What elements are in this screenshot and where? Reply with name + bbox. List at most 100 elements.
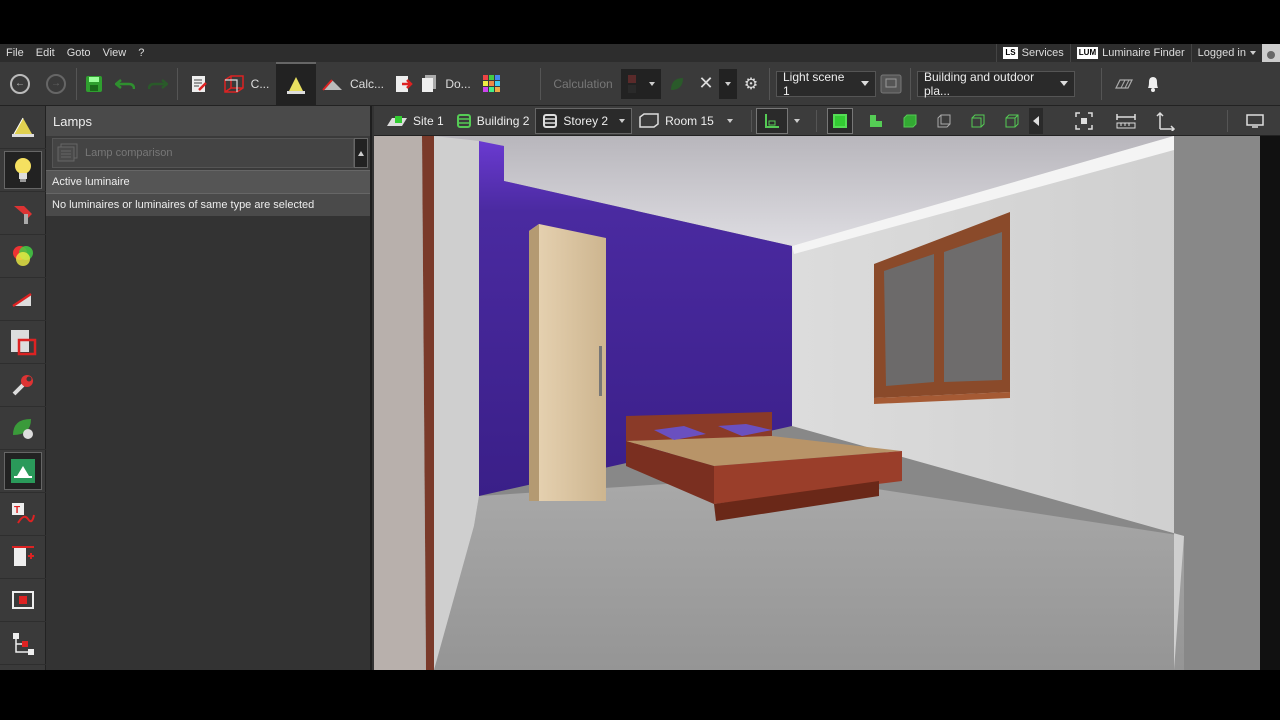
left-view-icon <box>1005 114 1019 127</box>
settings-button[interactable]: ⚙ <box>737 62 765 106</box>
leaf-icon <box>13 419 33 439</box>
sidebar-item-doors[interactable] <box>0 536 46 579</box>
fit-view-button[interactable] <box>1071 108 1097 134</box>
avatar-icon[interactable] <box>1262 44 1280 62</box>
calculation-surface-icon <box>322 78 342 91</box>
site-label: Site 1 <box>413 113 444 128</box>
documents-icon <box>422 74 437 92</box>
calculation-dropdown[interactable] <box>643 68 661 99</box>
view-back-button[interactable] <box>965 108 991 134</box>
cancel-dropdown[interactable] <box>719 68 737 99</box>
collapse-button[interactable] <box>354 138 368 168</box>
services-button[interactable]: LS Services <box>996 44 1069 62</box>
view-right-button[interactable] <box>931 108 957 134</box>
scene-settings-button[interactable] <box>876 62 906 106</box>
tools-icon <box>14 206 32 224</box>
menu-goto[interactable]: Goto <box>61 44 97 62</box>
dimension-button[interactable] <box>1153 108 1179 134</box>
breadcrumb-building[interactable]: Building 2 <box>450 108 536 134</box>
tree-icon <box>13 633 34 655</box>
menu-help[interactable]: ? <box>132 44 150 62</box>
sidebar-item-colors[interactable] <box>0 235 46 278</box>
construction-button[interactable]: C... <box>216 62 276 106</box>
wrench-icon <box>12 375 33 396</box>
sidebar-item-energy[interactable] <box>0 407 46 450</box>
login-label: Logged in <box>1197 47 1246 59</box>
lamp-comparison-button[interactable]: Lamp comparison <box>52 138 354 168</box>
comparison-table-icon <box>57 143 78 162</box>
sidebar-item-calculation-surfaces[interactable] <box>0 278 46 321</box>
calculation-tab-label: Calc... <box>349 76 384 91</box>
redo-icon <box>148 78 168 89</box>
sidebar-item-frame[interactable] <box>0 579 46 622</box>
calculation-tab-button[interactable]: Calc... <box>316 62 390 106</box>
menu-file[interactable]: File <box>0 44 30 62</box>
sidebar-item-maintenance[interactable] <box>0 364 46 407</box>
breadcrumb-site[interactable]: Site 1 <box>380 108 450 134</box>
scene-monitor-icon <box>880 74 902 93</box>
construction-label: C... <box>250 76 270 91</box>
luminaire-finder-button[interactable]: LUM Luminaire Finder <box>1069 44 1191 62</box>
light-scene-select[interactable]: Light scene 1 <box>776 70 876 98</box>
view-3d-solid-button[interactable] <box>826 107 853 134</box>
menu-view[interactable]: View <box>97 44 133 62</box>
project-button[interactable] <box>182 62 216 106</box>
sidebar-item-text[interactable]: T <box>0 493 46 536</box>
view-floor-button[interactable] <box>863 108 889 134</box>
back-button[interactable]: ← <box>0 62 40 106</box>
redo-button[interactable] <box>143 62 173 106</box>
dark-curtain-area <box>1260 136 1280 670</box>
view-left-button[interactable] <box>999 108 1025 134</box>
monitor-icon <box>1246 113 1264 128</box>
breadcrumb-room[interactable]: Room 15 <box>632 108 739 134</box>
screen-mode-button[interactable] <box>1242 108 1268 134</box>
chevron-down-icon <box>726 118 733 123</box>
breadcrumb-storey[interactable]: Storey 2 <box>535 107 633 134</box>
undo-button[interactable] <box>107 62 143 106</box>
measure-icon <box>1116 113 1136 128</box>
main-toolbar: ← → C... Calc... Do... Calculation ✕ ⚙ L… <box>0 61 1280 106</box>
back-view-icon <box>971 114 985 127</box>
forward-button[interactable]: → <box>40 62 72 106</box>
export-button[interactable] <box>390 62 416 106</box>
energy-button[interactable] <box>661 62 693 106</box>
lights-button[interactable] <box>276 61 316 106</box>
sidebar-item-hierarchy[interactable] <box>0 622 46 665</box>
sidebar-item-cutouts[interactable] <box>0 321 46 364</box>
lum-logo-icon: LUM <box>1076 47 1099 59</box>
arrow-left-icon: ← <box>10 73 30 94</box>
color-grid-button[interactable] <box>474 62 510 106</box>
view-scroll-left[interactable] <box>1028 107 1043 134</box>
floor-plan-button[interactable] <box>755 107 788 134</box>
view-front-button[interactable] <box>897 108 923 134</box>
cancel-calculation-button[interactable]: ✕ <box>693 62 719 106</box>
sidebar-item-tools[interactable] <box>0 192 46 235</box>
lamp-comparison-row: Lamp comparison <box>46 136 370 170</box>
building-filter-select[interactable]: Building and outdoor pla... <box>917 70 1075 98</box>
documentation-button[interactable]: Do... <box>416 62 474 106</box>
measure-button[interactable] <box>1113 108 1139 134</box>
save-icon <box>86 75 102 92</box>
services-logo-icon: LS <box>1003 47 1018 59</box>
panel-title: Lamps <box>46 106 370 136</box>
floor-plan-dropdown[interactable] <box>788 108 806 134</box>
cube-solid-icon <box>832 113 847 128</box>
calculation-button[interactable]: Calculation <box>545 62 621 106</box>
chevron-down-icon <box>1250 51 1256 55</box>
building-icon <box>456 113 471 128</box>
sidebar-item-luminaires[interactable] <box>0 106 46 149</box>
svg-text:T: T <box>14 505 20 516</box>
floor-plan-icon <box>764 113 779 128</box>
storey-icon <box>543 113 558 128</box>
sidebar-item-lamps[interactable] <box>0 149 46 192</box>
menu-edit[interactable]: Edit <box>30 44 61 62</box>
login-dropdown[interactable]: Logged in <box>1190 44 1262 62</box>
3d-viewport[interactable] <box>374 136 1280 670</box>
chevron-down-icon <box>649 81 655 86</box>
right-view-icon <box>937 114 951 127</box>
save-button[interactable] <box>81 62 107 106</box>
ruler-button[interactable] <box>1106 62 1140 106</box>
notifications-button[interactable] <box>1140 62 1166 106</box>
sidebar-item-emergency[interactable] <box>0 450 46 493</box>
cut-icon <box>11 330 37 356</box>
